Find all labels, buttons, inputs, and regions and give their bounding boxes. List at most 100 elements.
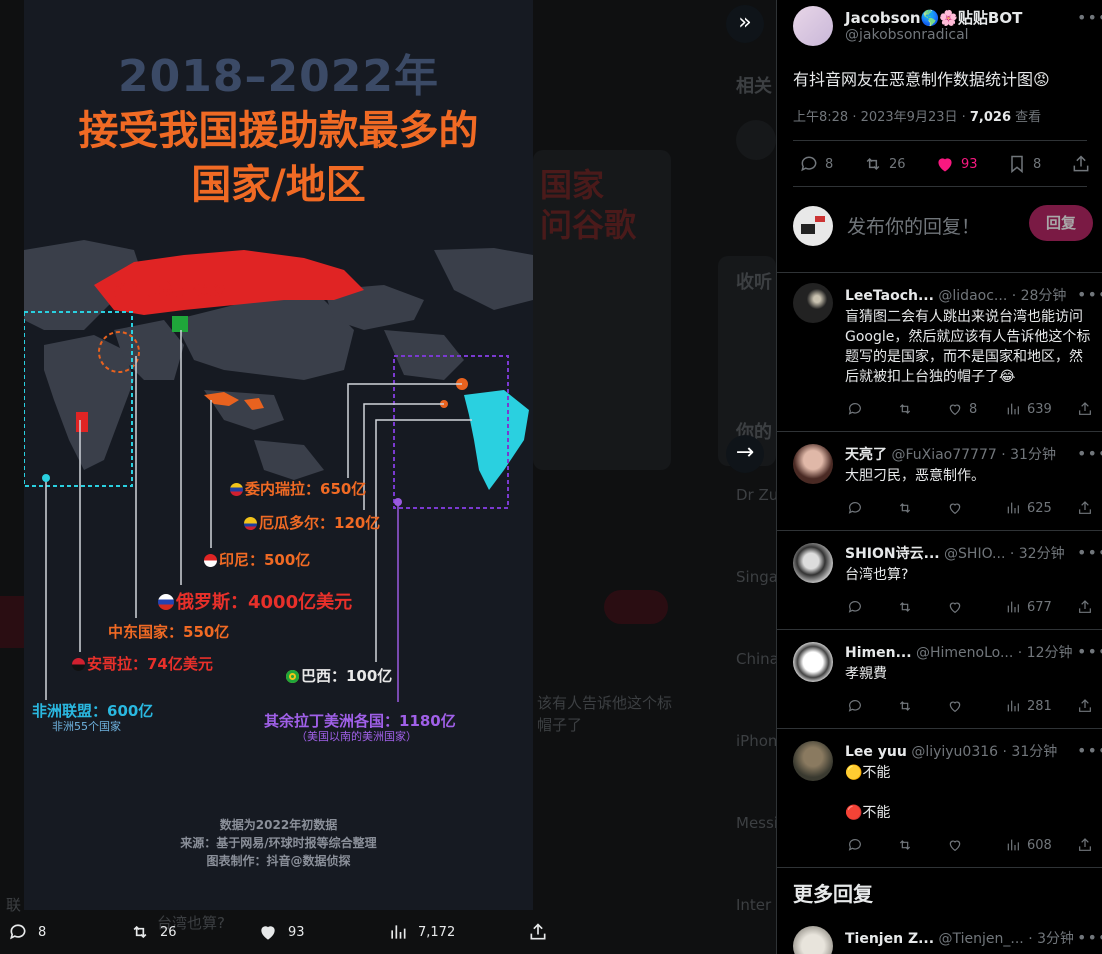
reply-like-button[interactable] [947, 500, 963, 516]
reply-repost-button[interactable] [897, 500, 913, 516]
reply-share-button[interactable] [1077, 599, 1093, 615]
heart-icon [949, 840, 961, 852]
reply-time[interactable]: · 31分钟 [1001, 447, 1056, 463]
label-middle-east: 中东国家：550亿 [108, 623, 230, 641]
repost-icon [866, 157, 880, 171]
reply-item[interactable]: SHION诗云... @SHIO... · 32分钟 ••• 台湾也算? 677 [777, 531, 1102, 629]
infographic-year: 2018–2022年 [118, 51, 439, 102]
reply-like-button[interactable]: 8 [947, 401, 977, 417]
reply-repost-button[interactable] [897, 698, 913, 714]
reply-reply-button[interactable] [847, 698, 863, 714]
footer-line: 数据为2022年初数据 [219, 818, 338, 832]
reply-avatar[interactable] [793, 642, 833, 682]
author-handle[interactable]: @jakobsonradical [845, 27, 969, 43]
reply-more-button[interactable]: ••• [1077, 928, 1102, 947]
reply-author-handle[interactable]: @liyiyu0316 [911, 744, 998, 760]
reply-repost-button[interactable] [897, 599, 913, 615]
author-name[interactable]: Jacobson🌎🌸贴贴BOT [845, 7, 1022, 28]
reply-author-name[interactable]: Tienjen Z... [845, 931, 934, 947]
heart-icon [949, 602, 961, 614]
tweet-view-label: 查看 [1011, 110, 1042, 125]
reply-like-button[interactable] [947, 599, 963, 615]
viewer-reply-button[interactable]: 8 [8, 922, 46, 942]
reply-share-button[interactable] [1077, 698, 1093, 714]
reply-more-button[interactable]: ••• [1077, 741, 1102, 760]
reply-share-button[interactable] [1077, 837, 1093, 853]
viewer-view-count: 7,172 [418, 924, 456, 940]
reply-author-handle[interactable]: @FuXiao77777 [891, 447, 996, 463]
share-icon [1079, 699, 1091, 712]
next-image-button[interactable]: → [726, 435, 764, 473]
reply-more-button[interactable]: ••• [1077, 642, 1102, 661]
tweet-more-button[interactable]: ••• [1077, 8, 1102, 27]
tweet-reply-button[interactable]: 8 [799, 154, 833, 174]
viewer-views-button[interactable]: 7,172 [388, 922, 455, 942]
reply-time[interactable]: · 28分钟 [1012, 288, 1067, 304]
reply-author-name[interactable]: SHION诗云... [845, 546, 940, 562]
reply-input[interactable]: 发布你的回复！ [847, 212, 980, 239]
reply-time[interactable]: · 12分钟 [1018, 645, 1073, 661]
viewer-share-button[interactable] [528, 922, 548, 942]
reply-item[interactable]: Himen... @HimenoLo... · 12分钟 ••• 孝親費 281 [777, 630, 1102, 728]
viewer-repost-button[interactable]: 26 [130, 922, 177, 942]
tweet-timestamp[interactable]: 上午8:28 · 2023年9月23日 · [793, 110, 970, 125]
reply-views-button[interactable]: 677 [1005, 599, 1052, 615]
tweet-panel: Jacobson🌎🌸贴贴BOT @jakobsonradical ••• 有抖音… [776, 0, 1102, 954]
author-avatar[interactable] [793, 6, 833, 46]
reply-header: LeeTaoch... @lidaoc... · 28分钟 [845, 285, 1073, 305]
reply-reply-button[interactable] [847, 837, 863, 853]
reply-like-button[interactable] [947, 698, 963, 714]
reply-item[interactable]: Tienjen Z... @Tienjen_... · 3分钟 ••• [777, 918, 1102, 954]
reply-avatar[interactable] [793, 543, 833, 583]
collapse-panel-button[interactable]: » [726, 5, 764, 43]
tweet-bookmark-button[interactable]: 8 [1007, 154, 1041, 174]
reply-time[interactable]: · 32分钟 [1010, 546, 1065, 562]
reply-avatar[interactable] [793, 444, 833, 484]
reply-author-handle[interactable]: @SHIO... [944, 546, 1005, 562]
reply-like-button[interactable] [947, 837, 963, 853]
infographic-watermark: 抖音@数据侦探 [114, 280, 227, 299]
reply-submit-button[interactable]: 回复 [1029, 205, 1093, 241]
reply-author-handle[interactable]: @Tienjen_... [939, 931, 1024, 947]
tweet-share-button[interactable] [1071, 154, 1091, 174]
reply-header: 天亮了 @FuXiao77777 · 31分钟 [845, 444, 1073, 464]
reply-item[interactable]: Lee yuu @liyiyu0316 · 31分钟 ••• 🟡不能 🔴不能 6… [777, 729, 1102, 867]
reply-avatar[interactable] [793, 926, 833, 954]
reply-reply-button[interactable] [847, 599, 863, 615]
reply-author-handle[interactable]: @HimenoLo... [916, 645, 1013, 661]
reply-repost-button[interactable] [897, 837, 913, 853]
reply-author-name[interactable]: Himen... [845, 645, 912, 661]
infographic-image[interactable]: 2018–2022年 接受我国援助款最多的 国家/地区 抖音@数据侦探 委内瑞拉… [24, 0, 533, 910]
reply-reply-button[interactable] [847, 500, 863, 516]
reply-author-name[interactable]: Lee yuu [845, 744, 907, 760]
reply-item[interactable]: LeeTaoch... @lidaoc... · 28分钟 ••• 盲猜图二会有… [777, 273, 1102, 431]
tweet-repost-button[interactable]: 26 [863, 154, 906, 174]
reply-share-button[interactable] [1077, 500, 1093, 516]
reply-views-button[interactable]: 608 [1005, 837, 1052, 853]
reply-time[interactable]: · 3分钟 [1028, 931, 1073, 947]
reply-more-button[interactable]: ••• [1077, 543, 1102, 562]
reply-views-button[interactable]: 281 [1005, 698, 1052, 714]
reply-item[interactable]: 天亮了 @FuXiao77777 · 31分钟 ••• 大胆刁民，恶意制作。 6… [777, 432, 1102, 530]
reply-author-name[interactable]: 天亮了 [845, 447, 887, 463]
reply-share-button[interactable] [1077, 401, 1093, 417]
reply-more-button[interactable]: ••• [1077, 285, 1102, 304]
reply-author-name[interactable]: LeeTaoch... [845, 288, 934, 304]
reply-time[interactable]: · 31分钟 [1003, 744, 1058, 760]
reply-avatar[interactable] [793, 283, 833, 323]
reply-avatar[interactable] [793, 741, 833, 781]
reply-repost-button[interactable] [897, 401, 913, 417]
reply-author-handle[interactable]: @lidaoc... [938, 288, 1007, 304]
current-user-avatar[interactable] [793, 206, 833, 246]
backdrop-text: 帽子了 [537, 716, 583, 734]
viewer-like-button[interactable]: 93 [258, 922, 305, 942]
reply-reply-button[interactable] [847, 401, 863, 417]
reply-text: 🔴不能 [845, 805, 891, 821]
bookmark-icon [1011, 155, 1023, 174]
tweet-like-button[interactable]: 93 [935, 154, 978, 174]
backdrop-card [0, 596, 24, 648]
reply-views-button[interactable]: 625 [1005, 500, 1052, 516]
reply-more-button[interactable]: ••• [1077, 444, 1102, 463]
reply-icon [10, 924, 26, 940]
reply-views-button[interactable]: 639 [1005, 401, 1052, 417]
